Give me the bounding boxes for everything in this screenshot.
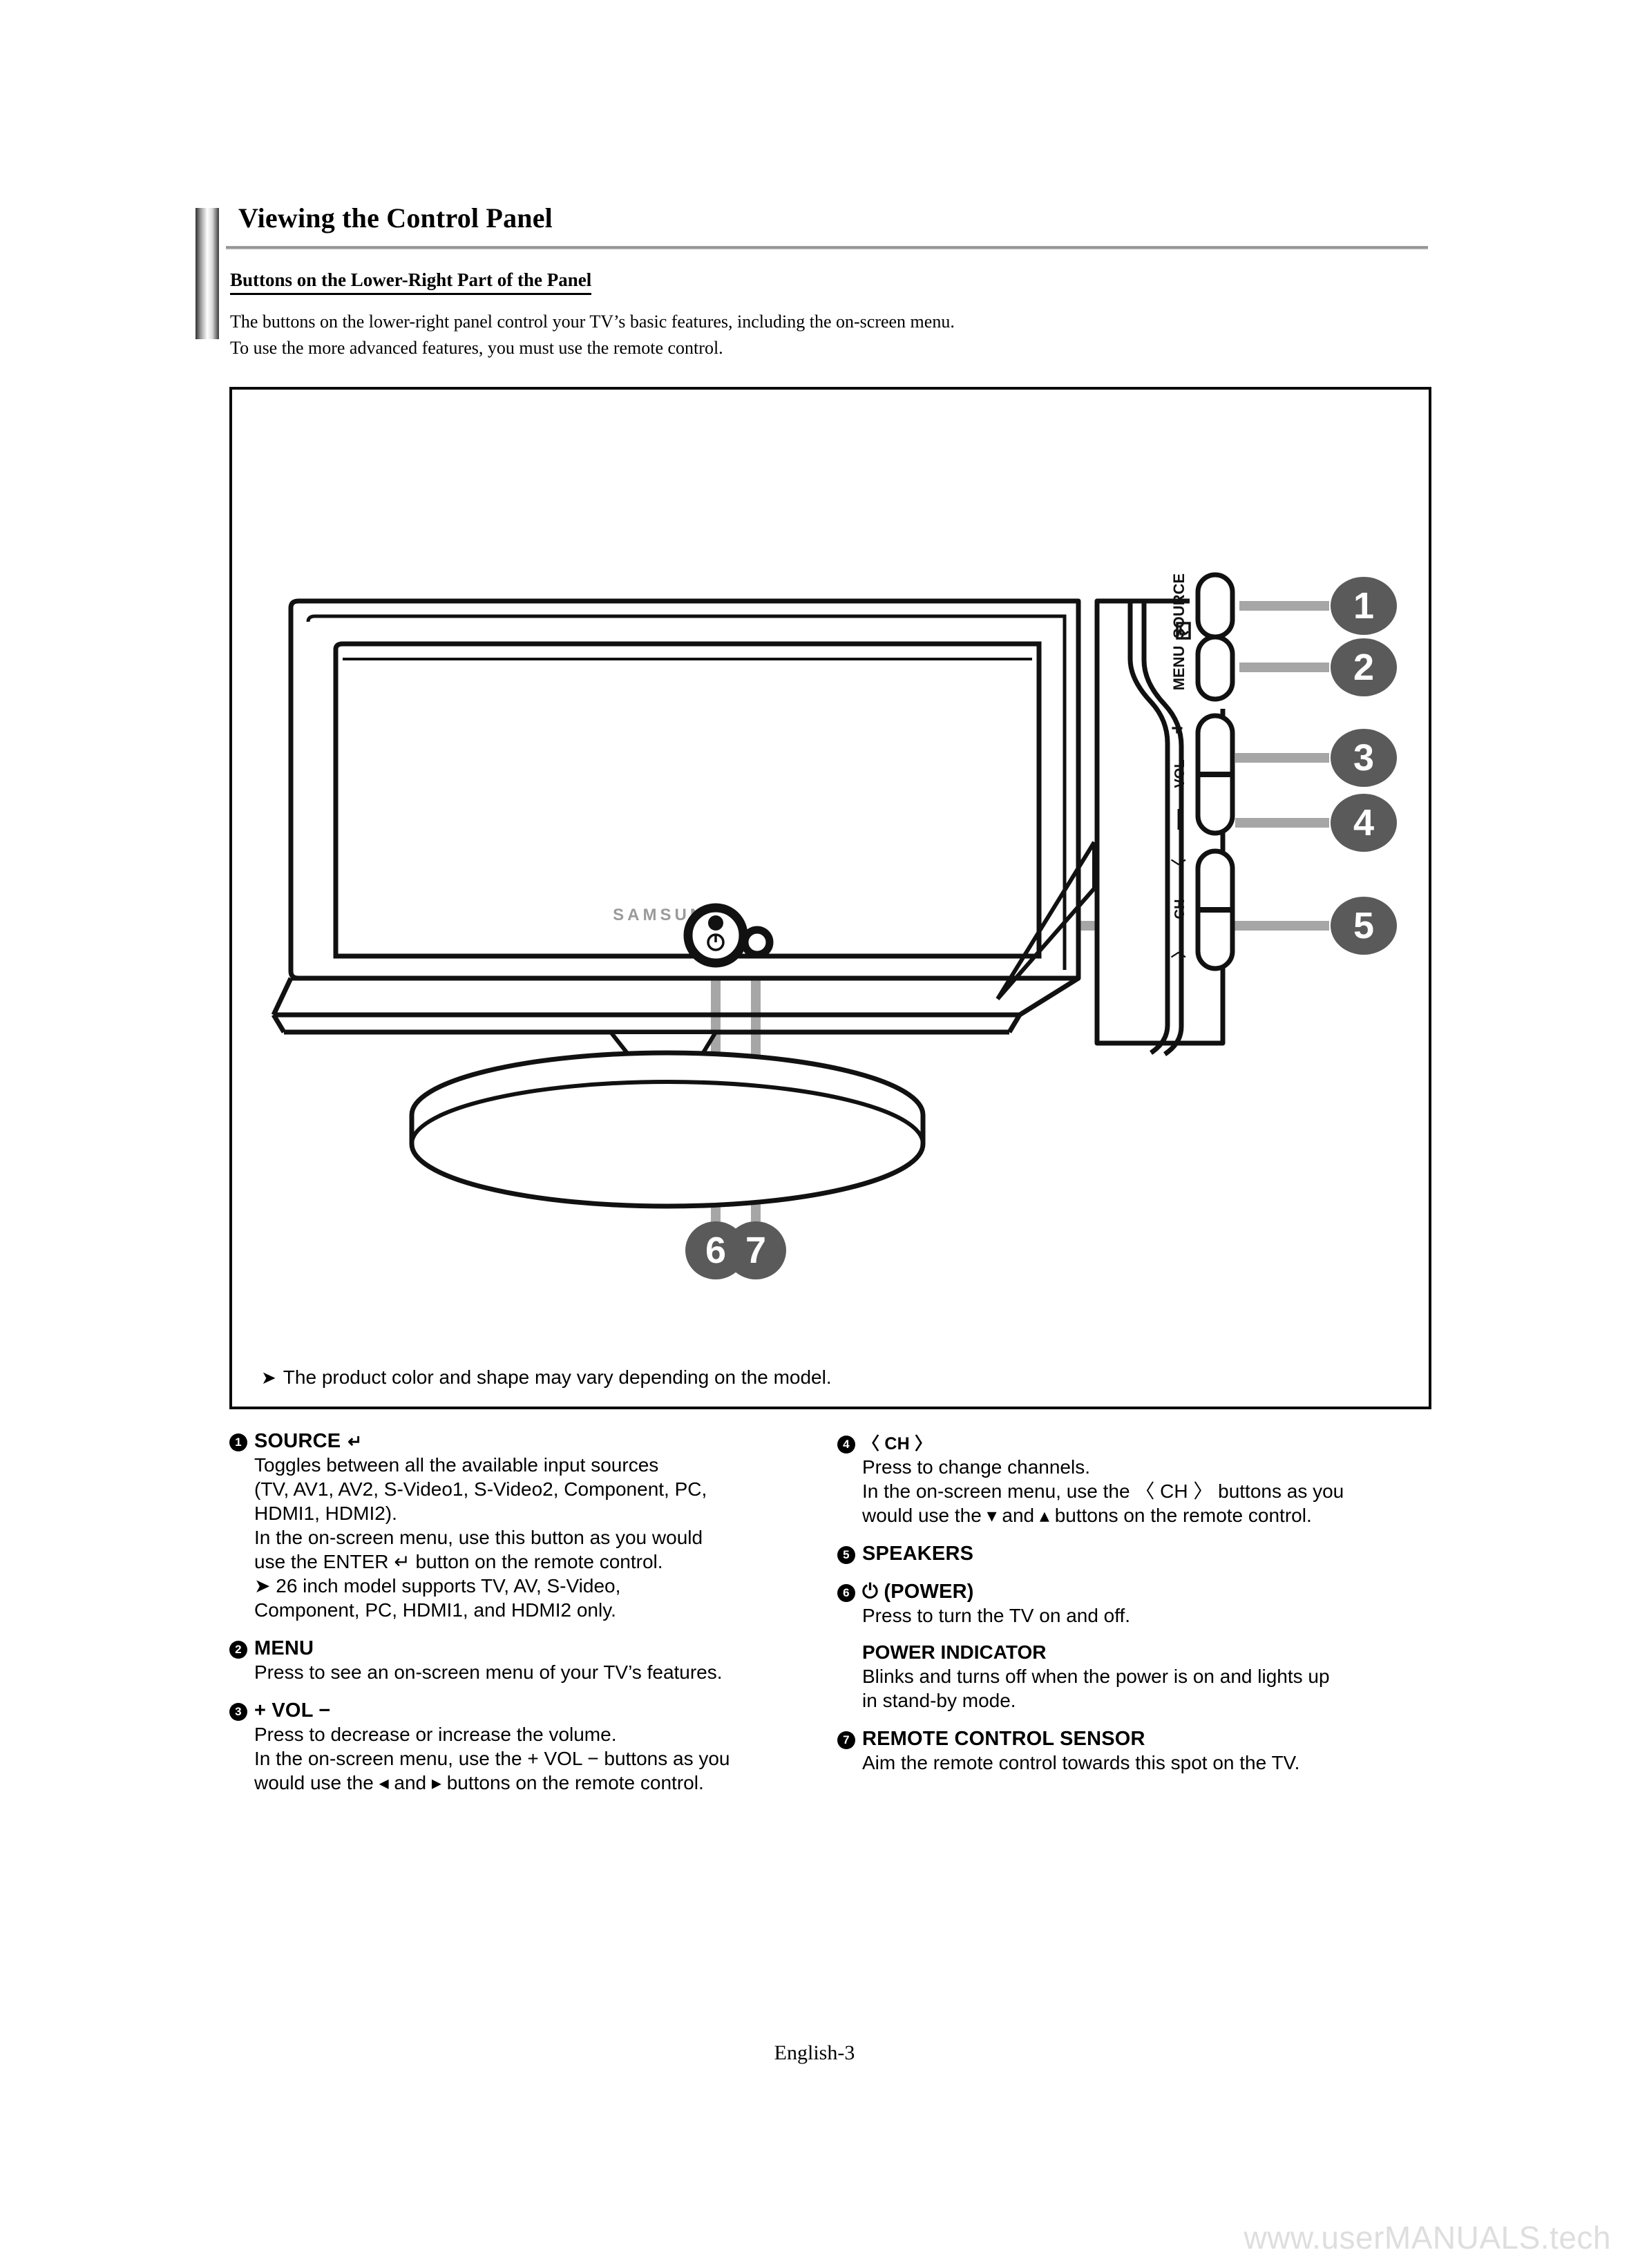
- enter-icon: ↵: [347, 1432, 363, 1451]
- legend-column-left: 1 SOURCE ↵ Toggles between all the avail…: [229, 1430, 796, 1810]
- legend-item-source-body: Toggles between all the available input …: [254, 1453, 796, 1622]
- legend-line: Toggles between all the available input …: [254, 1454, 659, 1476]
- legend-item-power: 6 ⏻ (POWER) Press to turn the TV on and …: [837, 1581, 1404, 1713]
- tv-illustration: SOURCE MENU + VOL — 〈 CH 〉 SAMSUNG 1 2 3…: [232, 390, 1434, 1371]
- legend-line: HDMI1, HDMI2).: [254, 1503, 397, 1524]
- svg-text:6: 6: [705, 1230, 726, 1271]
- svg-text:4: 4: [1353, 802, 1374, 844]
- bullet-6: 6: [837, 1583, 855, 1602]
- legend-item-speakers: 5 SPEAKERS: [837, 1543, 1404, 1565]
- legend-item-channel-title: 〈 CH 〉: [862, 1434, 933, 1454]
- legend-line: would use the ▾ and ▴ buttons on the rem…: [862, 1505, 1312, 1526]
- sub-note-arrow-icon: ➤: [254, 1575, 271, 1597]
- legend: 1 SOURCE ↵ Toggles between all the avail…: [229, 1430, 1431, 1817]
- power-button-shape: [683, 903, 748, 968]
- legend-item-volume-head: 3 + VOL −: [229, 1699, 796, 1722]
- legend-line: use the ENTER ↵ button on the remote con…: [254, 1551, 663, 1572]
- svg-text:MENU: MENU: [1170, 646, 1188, 691]
- figure-note: ➤ The product color and shape may vary de…: [261, 1366, 832, 1389]
- intro-paragraph: The buttons on the lower-right panel con…: [230, 309, 1266, 361]
- bullet-7: 7: [837, 1731, 855, 1749]
- legend-item-power-body: Press to turn the TV on and off. POWER I…: [862, 1603, 1404, 1713]
- legend-item-channel-body: Press to change channels. In the on-scre…: [862, 1455, 1404, 1527]
- note-arrow-icon: ➤: [261, 1367, 276, 1388]
- legend-line: 26 inch model supports TV, AV, S-Video,: [276, 1575, 621, 1597]
- legend-item-source-title: SOURCE: [254, 1430, 341, 1452]
- legend-line: in stand-by mode.: [862, 1690, 1016, 1711]
- intro-line-2: To use the more advanced features, you m…: [230, 338, 723, 358]
- bullet-1: 1: [229, 1433, 247, 1451]
- control-panel-figure: SOURCE MENU + VOL — 〈 CH 〉 SAMSUNG 1 2 3…: [229, 387, 1431, 1409]
- legend-line: In the on-screen menu, use the 〈 CH 〉 bu…: [862, 1480, 1344, 1502]
- legend-item-volume-body: Press to decrease or increase the volume…: [254, 1722, 796, 1795]
- section-subtitle: Buttons on the Lower-Right Part of the P…: [230, 269, 592, 295]
- remote-sensor-shape: [741, 926, 774, 959]
- bullet-5: 5: [837, 1545, 855, 1564]
- legend-item-source-head: 1 SOURCE ↵: [229, 1430, 796, 1453]
- legend-line: would use the ◂ and ▸ buttons on the rem…: [254, 1772, 704, 1793]
- svg-text:+: +: [1166, 722, 1189, 734]
- svg-text:SOURCE: SOURCE: [1170, 573, 1188, 638]
- svg-text:VOL: VOL: [1172, 759, 1188, 788]
- page-footer: English-3: [774, 2041, 855, 2064]
- legend-item-menu: 2 MENU Press to see an on-screen menu of…: [229, 1637, 796, 1684]
- legend-line: Press to see an on-screen menu of your T…: [254, 1661, 723, 1683]
- legend-line: (TV, AV1, AV2, S-Video1, S-Video2, Compo…: [254, 1478, 707, 1500]
- legend-item-menu-body: Press to see an on-screen menu of your T…: [254, 1660, 796, 1684]
- legend-line: Component, PC, HDMI1, and HDMI2 only.: [254, 1599, 616, 1621]
- legend-item-power-head: 6 ⏻ (POWER): [837, 1581, 1404, 1603]
- svg-text:〉: 〉: [1170, 943, 1188, 958]
- svg-text:3: 3: [1353, 737, 1374, 779]
- decorative-chrome-bar: [196, 208, 219, 339]
- page-title: Viewing the Control Panel: [238, 202, 553, 234]
- legend-line: In the on-screen menu, use the + VOL − b…: [254, 1748, 730, 1769]
- site-watermark: www.userMANUALS.tech: [1244, 2220, 1611, 2256]
- legend-item-channel-head: 4 〈 CH 〉: [837, 1430, 1404, 1455]
- legend-item-menu-title: MENU: [254, 1637, 314, 1659]
- legend-sub-note: ➤ 26 inch model supports TV, AV, S-Video…: [254, 1574, 796, 1598]
- svg-text:CH: CH: [1172, 899, 1188, 919]
- legend-item-sensor-body: Aim the remote control towards this spot…: [862, 1751, 1404, 1775]
- legend-line: Blinks and turns off when the power is o…: [862, 1666, 1330, 1687]
- legend-item-volume: 3 + VOL − Press to decrease or increase …: [229, 1699, 796, 1795]
- svg-text:—: —: [1166, 809, 1189, 830]
- legend-item-source: 1 SOURCE ↵ Toggles between all the avail…: [229, 1430, 796, 1622]
- title-divider: [226, 246, 1428, 249]
- intro-line-1: The buttons on the lower-right panel con…: [230, 312, 955, 332]
- legend-line: In the on-screen menu, use this button a…: [254, 1527, 703, 1548]
- legend-item-menu-head: 2 MENU: [229, 1637, 796, 1660]
- legend-line: Press to change channels.: [862, 1456, 1090, 1478]
- figure-note-text: The product color and shape may vary dep…: [283, 1366, 832, 1388]
- legend-line: Aim the remote control towards this spot…: [862, 1752, 1300, 1773]
- legend-item-sensor-title: REMOTE CONTROL SENSOR: [862, 1728, 1145, 1750]
- power-indicator-title: POWER INDICATOR: [862, 1641, 1047, 1663]
- svg-text:〈: 〈: [1170, 859, 1188, 874]
- legend-item-sensor-head: 7 REMOTE CONTROL SENSOR: [837, 1728, 1404, 1751]
- bullet-4: 4: [837, 1435, 855, 1454]
- legend-item-speakers-title: SPEAKERS: [862, 1543, 974, 1565]
- bullet-2: 2: [229, 1640, 247, 1659]
- bullet-3: 3: [229, 1702, 247, 1721]
- svg-text:1: 1: [1353, 585, 1374, 627]
- svg-text:5: 5: [1353, 905, 1374, 946]
- legend-item-speakers-head: 5 SPEAKERS: [837, 1543, 1404, 1565]
- legend-column-right: 4 〈 CH 〉 Press to change channels. In th…: [837, 1430, 1404, 1790]
- svg-text:7: 7: [745, 1230, 766, 1271]
- power-icon-title: ⏻ (POWER): [862, 1581, 974, 1603]
- svg-text:2: 2: [1353, 647, 1374, 688]
- legend-item-channel: 4 〈 CH 〉 Press to change channels. In th…: [837, 1430, 1404, 1527]
- document-page: Viewing the Control Panel Buttons on the…: [0, 0, 1629, 2268]
- legend-line: Press to decrease or increase the volume…: [254, 1724, 617, 1745]
- legend-item-sensor: 7 REMOTE CONTROL SENSOR Aim the remote c…: [837, 1728, 1404, 1775]
- legend-line: Press to turn the TV on and off.: [862, 1605, 1131, 1626]
- legend-item-volume-title: + VOL −: [254, 1699, 331, 1722]
